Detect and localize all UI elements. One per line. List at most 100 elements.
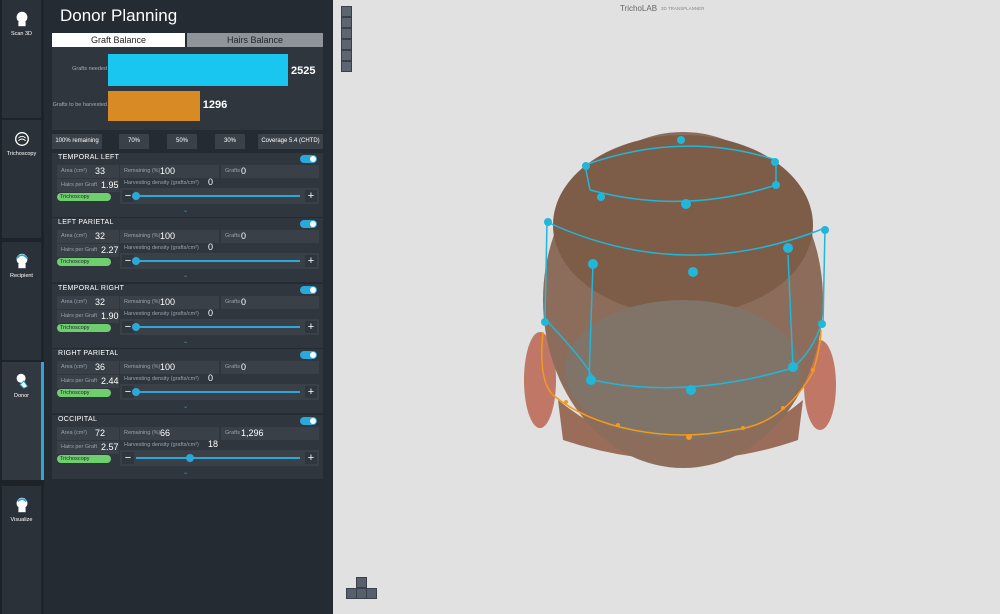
expand-chevron-icon[interactable]: ⌄ <box>183 272 188 279</box>
density-minus-button[interactable]: − <box>122 452 134 464</box>
area-cell: Area (cm²) 36 <box>57 361 119 374</box>
grafts-harvested-label: Grafts to be harvested <box>52 102 107 108</box>
hairs-cell: Hairs per Graft 2.44 <box>57 375 119 388</box>
density-plus-button[interactable]: + <box>305 255 317 267</box>
remaining-cell: Remaining (%) 100 <box>120 230 219 243</box>
grafts-cell: Grafts 0 <box>221 296 319 309</box>
density-plus-button[interactable]: + <box>305 452 317 464</box>
density-plus-button[interactable]: + <box>305 386 317 398</box>
grafts-cell: Grafts 1,296 <box>221 427 319 440</box>
preset-30-button[interactable]: 30% <box>215 134 245 149</box>
density-track[interactable] <box>136 260 300 262</box>
grafts-needed-value: 2525 <box>291 65 316 77</box>
expand-chevron-icon[interactable]: ⌄ <box>183 207 188 214</box>
density-slider[interactable]: Harvesting density (grafts/cm²) 0− + <box>120 373 319 400</box>
density-track[interactable] <box>136 457 300 459</box>
sidebar-item-visualize[interactable]: Visualize <box>2 486 41 614</box>
density-value: 0 <box>208 177 214 187</box>
area-cell: Area (cm²) 33 <box>57 165 119 178</box>
zone-toggle[interactable] <box>300 220 317 228</box>
zone-toggle[interactable] <box>300 155 317 163</box>
area-value: 32 <box>95 231 106 241</box>
tab-hairs-balance[interactable]: Hairs Balance <box>187 33 323 47</box>
remaining-value[interactable]: 100 <box>160 297 175 307</box>
preset-70-button[interactable]: 70% <box>119 134 149 149</box>
density-track[interactable] <box>136 391 300 393</box>
area-value: 36 <box>95 362 106 372</box>
remaining-value[interactable]: 100 <box>160 362 175 372</box>
sidebar-item-scan3d[interactable]: Scan 3D <box>2 0 41 118</box>
sidebar-item-recipient[interactable]: Recipient <box>2 242 41 360</box>
donor-planning-panel: Donor Planning Graft Balance Hairs Balan… <box>44 0 333 614</box>
hairs-label: Hairs per Graft <box>61 378 98 384</box>
density-slider[interactable]: Harvesting density (grafts/cm²) 18 − + <box>120 439 319 466</box>
density-slider[interactable]: Harvesting density (grafts/cm²) 0− + <box>120 308 319 335</box>
hairs-label: Hairs per Graft <box>61 182 98 188</box>
density-thumb[interactable] <box>132 323 140 331</box>
remaining-label: Remaining (%) <box>124 168 161 174</box>
zone-card: LEFT PARIETAL Area (cm²) 32 Remaining (%) 10… <box>52 218 323 282</box>
expand-chevron-icon[interactable]: ⌄ <box>183 469 188 476</box>
preset-100-button[interactable]: 100% remaining <box>52 134 102 149</box>
remaining-value[interactable]: 66 <box>160 428 170 438</box>
remaining-value[interactable]: 100 <box>160 231 175 241</box>
trichoscopy-button[interactable]: Trichoscopy <box>57 324 111 332</box>
trichoscopy-icon <box>14 132 29 146</box>
density-thumb[interactable] <box>186 454 195 462</box>
remaining-cell: Remaining (%) 100 <box>120 165 219 178</box>
area-cell: Area (cm²) 32 <box>57 230 119 243</box>
density-label: Harvesting density (grafts/cm²) <box>124 180 199 186</box>
head-scan-icon <box>16 11 27 27</box>
expand-chevron-icon[interactable]: ⌄ <box>183 403 188 410</box>
density-value: 0 <box>208 308 214 318</box>
sidebar-item-donor[interactable]: Donor <box>2 362 44 480</box>
zone-name: TEMPORAL RIGHT <box>58 285 125 292</box>
density-slider[interactable]: Harvesting density (grafts/cm²) 0− + <box>120 177 319 204</box>
sidebar-item-trichoscopy[interactable]: Trichoscopy <box>2 120 41 238</box>
zone-name: RIGHT PARIETAL <box>58 350 119 357</box>
view-right-icon[interactable] <box>366 588 377 599</box>
area-label: Area (cm²) <box>61 233 87 239</box>
preset-50-button[interactable]: 50% <box>167 134 197 149</box>
area-value: 72 <box>95 428 106 438</box>
area-label: Area (cm²) <box>61 299 87 305</box>
trichoscopy-button[interactable]: Trichoscopy <box>57 258 111 266</box>
zone-toggle[interactable] <box>300 417 317 425</box>
hairs-value: 2.57 <box>101 442 119 452</box>
density-track[interactable] <box>136 326 300 328</box>
density-thumb[interactable] <box>132 257 140 265</box>
coverage-button[interactable]: Coverage 5.4 (CHTD) <box>258 134 323 149</box>
density-track[interactable] <box>136 195 300 197</box>
donor-hand-icon <box>16 373 28 389</box>
preset-buttons: 100% remaining 70% 50% 30% Coverage 5.4 … <box>52 134 323 149</box>
hairs-cell: Hairs per Graft 2.27 <box>57 244 119 257</box>
density-plus-button[interactable]: + <box>305 190 317 202</box>
trichoscopy-button[interactable]: Trichoscopy <box>57 455 111 463</box>
density-slider[interactable]: Harvesting density (grafts/cm²) 0− + <box>120 242 319 269</box>
hairs-value: 2.44 <box>101 376 119 386</box>
area-cell: Area (cm²) 72 <box>57 427 119 440</box>
hairs-cell: Hairs per Graft 2.57 <box>57 441 119 454</box>
remaining-label: Remaining (%) <box>124 364 161 370</box>
hairs-label: Hairs per Graft <box>61 313 98 319</box>
remaining-cell: Remaining (%) 100 <box>120 296 219 309</box>
trichoscopy-button[interactable]: Trichoscopy <box>57 389 111 397</box>
density-plus-button[interactable]: + <box>305 321 317 333</box>
density-label: Harvesting density (grafts/cm²) <box>124 376 199 382</box>
remaining-label: Remaining (%) <box>124 233 161 239</box>
density-thumb[interactable] <box>132 192 140 200</box>
viewport-3d[interactable]: TrichoLAB 3D TRANSPLANNER <box>333 0 1000 614</box>
trichoscopy-button[interactable]: Trichoscopy <box>57 193 111 201</box>
density-label: Harvesting density (grafts/cm²) <box>124 311 199 317</box>
grafts-value: 0 <box>241 362 247 372</box>
tab-graft-balance[interactable]: Graft Balance <box>52 33 185 47</box>
grafts-label: Grafts <box>225 430 240 436</box>
expand-chevron-icon[interactable]: ⌄ <box>183 338 188 345</box>
zone-toggle[interactable] <box>300 351 317 359</box>
graft-balance-chart: Grafts needed 2525 Grafts to be harveste… <box>52 47 323 130</box>
zone-toggle[interactable] <box>300 286 317 294</box>
remaining-value[interactable]: 100 <box>160 166 175 176</box>
density-value: 0 <box>208 242 214 252</box>
view-top-icon[interactable] <box>356 577 367 588</box>
density-thumb[interactable] <box>132 388 140 396</box>
